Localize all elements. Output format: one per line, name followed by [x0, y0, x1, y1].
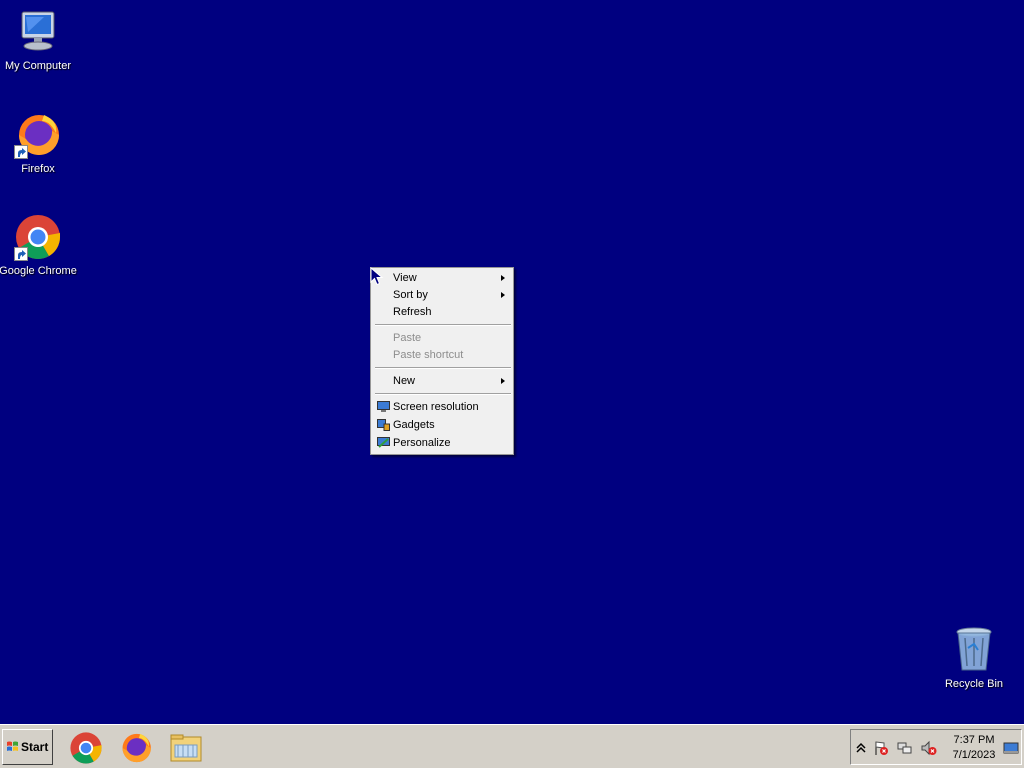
desktop-context-menu: View Sort by Refresh Paste Paste shortcu… — [370, 267, 514, 455]
personalize-icon — [377, 437, 390, 448]
network-icon[interactable] — [897, 740, 913, 756]
desktop-icon-label: Firefox — [21, 163, 55, 175]
menu-item-label: Sort by — [393, 289, 428, 301]
menu-item-refresh[interactable]: Refresh — [373, 304, 511, 321]
volume-muted-icon[interactable] — [921, 740, 937, 756]
computer-icon — [14, 8, 62, 56]
screen-resolution-icon — [377, 401, 390, 412]
menu-item-new[interactable]: New — [373, 373, 511, 390]
shortcut-arrow-icon — [14, 145, 28, 159]
menu-item-label: View — [393, 272, 417, 284]
desktop-icon-firefox[interactable]: Firefox — [0, 111, 78, 175]
system-tray: 7:37 PM 7/1/2023 — [850, 729, 1022, 765]
desktop-icon-label: My Computer — [4, 60, 72, 72]
menu-separator — [375, 324, 511, 326]
menu-item-gadgets[interactable]: Gadgets — [373, 417, 511, 434]
show-desktop-icon[interactable] — [1003, 740, 1019, 756]
shortcut-arrow-icon — [14, 247, 28, 261]
clock-time[interactable]: 7:37 PM — [951, 734, 997, 746]
menu-item-label: Paste shortcut — [393, 349, 464, 361]
clock-date[interactable]: 7/1/2023 — [951, 749, 997, 761]
menu-separator — [375, 393, 511, 395]
submenu-arrow-icon — [501, 292, 505, 298]
show-hidden-icons-icon[interactable] — [853, 740, 869, 756]
desktop-icon-my-computer[interactable]: My Computer — [0, 8, 78, 72]
menu-item-label: Paste — [393, 332, 422, 344]
recycle-bin-icon — [950, 626, 998, 674]
submenu-arrow-icon — [501, 275, 505, 281]
menu-item-sort-by[interactable]: Sort by — [373, 287, 511, 304]
submenu-arrow-icon — [501, 378, 505, 384]
menu-item-paste: Paste — [373, 330, 511, 347]
start-button[interactable]: Start — [2, 729, 53, 765]
action-center-flag-icon[interactable] — [873, 740, 889, 756]
menu-item-screen-resolution[interactable]: Screen resolution — [373, 399, 511, 416]
gadgets-icon — [377, 419, 390, 431]
desktop-icon-recycle-bin[interactable]: Recycle Bin — [934, 626, 1014, 690]
taskbar-chrome-button[interactable] — [69, 731, 103, 765]
menu-separator — [375, 367, 511, 369]
start-label: Start — [21, 740, 49, 754]
desktop-icon-google-chrome[interactable]: Google Chrome — [0, 213, 78, 277]
desktop-icon-label: Recycle Bin — [944, 678, 1004, 690]
menu-item-label: Gadgets — [393, 419, 435, 431]
menu-item-label: New — [393, 375, 416, 387]
firefox-icon — [14, 111, 62, 159]
menu-item-label: Personalize — [393, 437, 451, 449]
menu-item-paste-shortcut: Paste shortcut — [373, 347, 511, 364]
desktop[interactable]: My Computer Firefox Google Chrome Recycl… — [0, 0, 1024, 724]
chrome-icon — [70, 732, 102, 764]
taskbar-firefox-button[interactable] — [119, 731, 153, 765]
mouse-cursor-icon — [370, 267, 384, 286]
menu-item-label: Screen resolution — [393, 401, 479, 413]
taskbar: Start 7:37 PM 7/1/2023 — [0, 724, 1024, 768]
menu-item-personalize[interactable]: Personalize — [373, 435, 511, 452]
windows-logo-icon — [7, 741, 18, 751]
desktop-icon-label: Google Chrome — [0, 265, 77, 277]
firefox-icon — [122, 733, 151, 763]
menu-item-label: Refresh — [393, 306, 432, 318]
menu-item-view[interactable]: View — [373, 270, 511, 287]
taskbar-file-explorer-button[interactable] — [169, 731, 203, 765]
chrome-icon — [14, 213, 62, 261]
file-explorer-icon — [170, 734, 202, 762]
